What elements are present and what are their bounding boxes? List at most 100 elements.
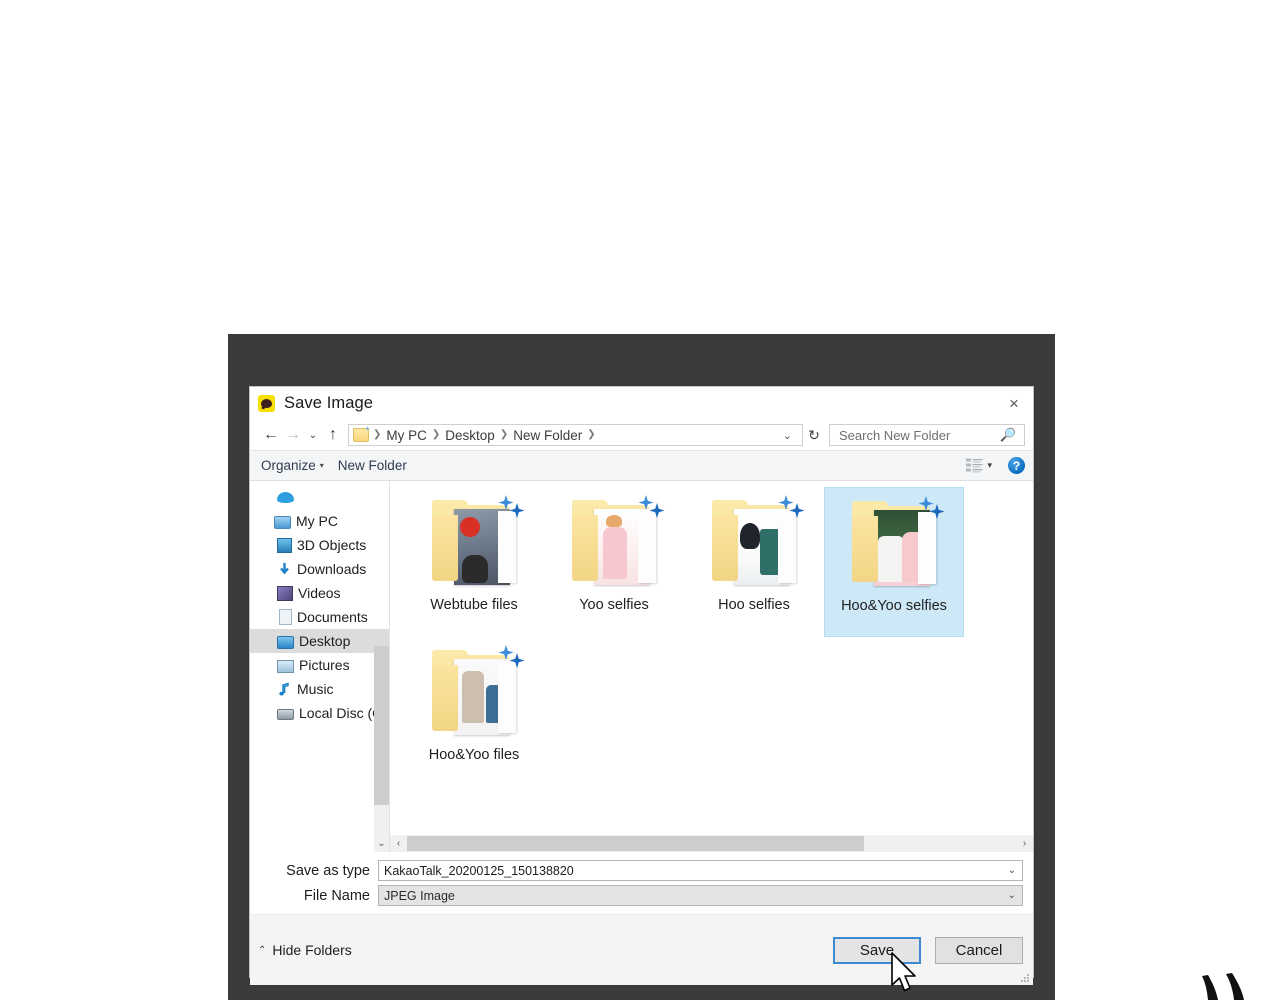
list-item-label: Yoo selfies [579, 597, 649, 613]
chevron-down-icon[interactable]: ⌄ [1004, 865, 1020, 876]
breadcrumb-item-2[interactable]: New Folder [511, 428, 584, 443]
shortcut-badge-icon [778, 495, 807, 521]
save-form: Save as type KakaoTalk_20200125_15013882… [250, 852, 1033, 914]
folder-thumbnail [702, 491, 807, 595]
dialog-titlebar: Save Image × [250, 387, 1033, 420]
file-name-label: File Name [303, 887, 370, 904]
pictures-icon [277, 659, 294, 673]
shortcut-badge-icon [498, 645, 527, 671]
sidebar-item-label: 3D Objects [297, 537, 367, 553]
list-view-icon[interactable] [966, 458, 983, 473]
breadcrumb-separator: ❯ [373, 428, 382, 440]
cancel-button[interactable]: Cancel [935, 936, 1023, 964]
list-item-label: Webtube files [430, 597, 518, 613]
folder-thumbnail [422, 491, 527, 595]
sidebar-item-onedrive[interactable] [250, 485, 389, 509]
breadcrumb: ❯ My PC ❯ Desktop ❯ New Folder ❯ [370, 428, 599, 443]
breadcrumb-separator: ❯ [587, 428, 596, 440]
scroll-down-icon[interactable]: ⌄ [374, 835, 389, 852]
search-input[interactable] [837, 426, 1000, 444]
file-list-horizontal-scrollbar[interactable]: ‹ › [390, 835, 1033, 852]
3d-objects-icon [277, 538, 292, 553]
sidebar-item-videos[interactable]: Videos [250, 581, 389, 605]
organize-label: Organize [261, 458, 316, 473]
back-icon[interactable]: ← [260, 424, 282, 446]
breadcrumb-item-0[interactable]: My PC [384, 428, 429, 443]
desktop-icon [277, 635, 294, 649]
scroll-right-icon[interactable]: › [1016, 835, 1033, 852]
address-bar-row: ← → ⌄ ↑ ❯ My PC ❯ Desktop ❯ New Folder ❯… [250, 420, 1033, 450]
list-item[interactable]: Yoo selfies [544, 487, 684, 637]
chevron-down-icon: ▾ [319, 461, 324, 470]
scrollbar-thumb[interactable] [374, 646, 389, 805]
breadcrumb-separator: ❯ [431, 428, 441, 440]
forward-icon[interactable]: → [282, 424, 304, 446]
recent-locations-icon[interactable]: ⌄ [304, 424, 322, 446]
resize-grip[interactable] [1020, 973, 1030, 983]
sidebar-item-pictures[interactable]: Pictures [250, 653, 389, 677]
local-disk-icon [277, 709, 294, 720]
navigation-scrollbar[interactable]: ⌄ [374, 646, 389, 852]
list-item[interactable]: Hoo&Yoo files [404, 637, 544, 787]
chevron-down-icon[interactable]: ▾ [985, 460, 1000, 471]
dialog-title: Save Image [284, 394, 374, 412]
music-icon [277, 682, 292, 697]
kakaotalk-icon [258, 395, 275, 412]
shortcut-badge-icon [918, 496, 947, 522]
breadcrumb-separator: ❯ [499, 428, 509, 440]
sidebar-item-local-disc[interactable]: Local Disc (C:) [250, 701, 389, 725]
help-icon[interactable]: ? [1008, 457, 1025, 474]
hide-folders-label: Hide Folders [272, 942, 352, 958]
chevron-down-icon[interactable]: ⌄ [1004, 890, 1020, 901]
sidebar-item-3d-objects[interactable]: 3D Objects [250, 533, 389, 557]
up-icon[interactable]: ↑ [322, 424, 344, 446]
search-icon[interactable]: 🔍 [1000, 427, 1020, 443]
address-breadcrumb-box[interactable]: ❯ My PC ❯ Desktop ❯ New Folder ❯ ⌄ [348, 424, 803, 446]
folder-thumbnail [422, 641, 527, 745]
ink-mark [1202, 973, 1244, 1000]
save-as-type-combobox[interactable]: KakaoTalk_20200125_150138820 ⌄ [378, 860, 1023, 881]
search-box[interactable]: 🔍 [829, 424, 1025, 446]
sidebar-item-label: Pictures [299, 657, 350, 673]
scrollbar-thumb[interactable] [407, 836, 864, 851]
save-as-type-row: Save as type KakaoTalk_20200125_15013882… [260, 860, 1023, 881]
scroll-left-icon[interactable]: ‹ [390, 835, 407, 852]
sidebar-item-desktop[interactable]: Desktop [250, 629, 389, 653]
refresh-icon[interactable]: ↻ [803, 424, 825, 446]
computer-icon [274, 515, 291, 529]
screenshot-canvas: Save Image × ← → ⌄ ↑ ❯ My PC ❯ Desktop ❯… [0, 0, 1280, 1000]
folder-thumbnail [562, 491, 667, 595]
shortcut-badge-icon [498, 495, 527, 521]
navigation-pane: My PC 3D Objects Downloads Videos Docume… [250, 481, 389, 852]
sidebar-item-documents[interactable]: Documents [250, 605, 389, 629]
scrollbar-track[interactable] [407, 835, 1016, 852]
file-grid: Webtube files Yoo selfies Hoo selfies Ho… [390, 481, 1033, 787]
onedrive-cloud-icon [277, 491, 294, 503]
list-item[interactable]: Webtube files [404, 487, 544, 637]
command-bar: Organize ▾ New Folder ▾ ? [250, 450, 1033, 481]
list-item-selected[interactable]: Hoo&Yoo selfies [824, 487, 964, 637]
list-item[interactable]: Hoo selfies [684, 487, 824, 637]
chevron-down-icon[interactable]: ⌄ [779, 429, 798, 442]
folder-icon [353, 428, 369, 442]
close-icon[interactable]: × [1001, 391, 1027, 415]
breadcrumb-item-1[interactable]: Desktop [443, 428, 497, 443]
sidebar-item-downloads[interactable]: Downloads [250, 557, 389, 581]
hide-folders-button[interactable]: ⌃ Hide Folders [258, 942, 352, 958]
organize-button[interactable]: Organize ▾ [254, 455, 331, 476]
file-name-combobox[interactable]: JPEG Image ⌄ [378, 885, 1023, 906]
dialog-footer: ⌃ Hide Folders Save Cancel [250, 914, 1033, 985]
save-as-type-value: KakaoTalk_20200125_150138820 [384, 863, 574, 878]
file-list-pane: Webtube files Yoo selfies Hoo selfies Ho… [390, 481, 1033, 852]
sidebar-item-my-pc[interactable]: My PC [250, 509, 389, 533]
new-folder-button[interactable]: New Folder [331, 455, 414, 476]
sidebar-item-music[interactable]: Music [250, 677, 389, 701]
navigation-tree: My PC 3D Objects Downloads Videos Docume… [250, 481, 389, 725]
save-button[interactable]: Save [833, 936, 921, 964]
sidebar-item-label: My PC [296, 513, 338, 529]
shortcut-badge-icon [638, 495, 667, 521]
sidebar-item-label: Downloads [297, 561, 367, 577]
save-as-type-label: Save as type [286, 862, 370, 879]
chevron-up-icon: ⌃ [258, 944, 267, 956]
list-item-label: Hoo&Yoo selfies [841, 598, 947, 614]
